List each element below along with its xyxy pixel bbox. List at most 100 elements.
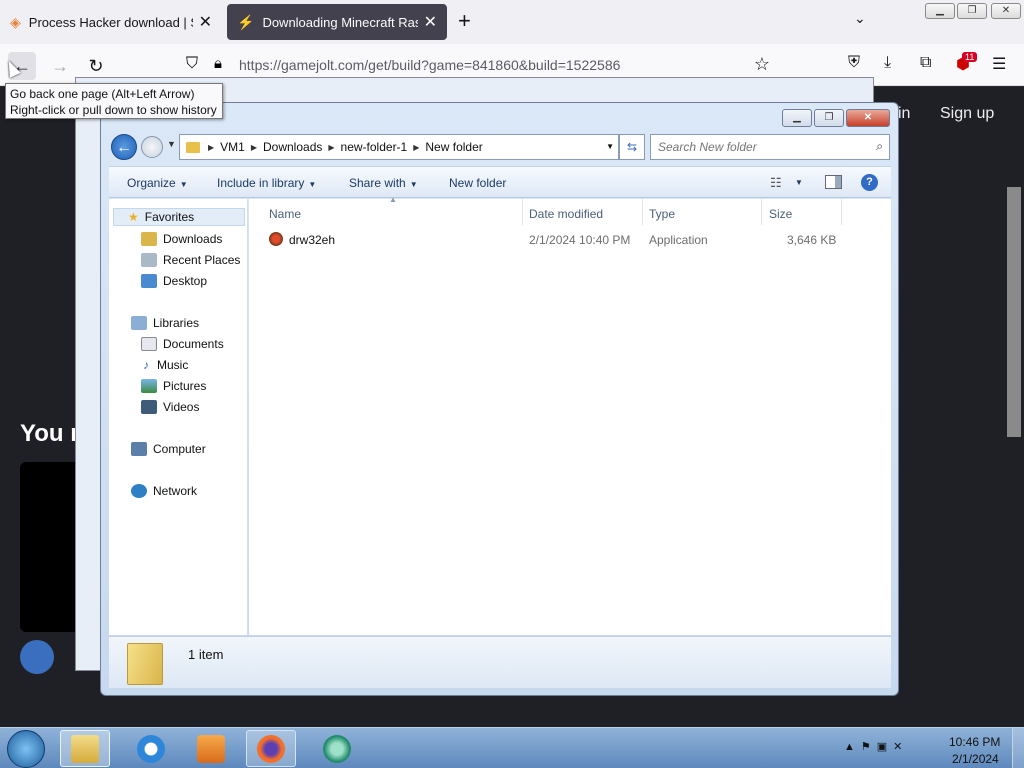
breadcrumb-downloads[interactable]: Downloads <box>263 140 322 154</box>
avatar[interactable] <box>20 640 54 674</box>
sidebar-item-label: Computer <box>153 442 206 456</box>
organize-button[interactable]: Organize ▼ <box>127 176 188 190</box>
include-in-library-button[interactable]: Include in library ▼ <box>217 176 316 190</box>
close-button[interactable]: ✕ <box>846 109 890 127</box>
chevron-right-icon[interactable]: ▶ <box>208 143 214 152</box>
taskbar-media-player[interactable] <box>186 730 236 767</box>
tab-title: Process Hacker download | Sou <box>28 14 193 30</box>
close-window-button[interactable]: ✕ <box>991 3 1021 19</box>
change-view-icon[interactable]: ☷ <box>770 175 782 191</box>
dropdown-arrow-icon: ▼ <box>308 180 317 189</box>
details-pane: 1 item <box>109 636 891 688</box>
tooltip-line: Go back one page (Alt+Left Arrow) <box>10 87 195 101</box>
clock-time[interactable]: 10:46 PM <box>949 735 1000 749</box>
share-with-button[interactable]: Share with ▼ <box>349 176 418 190</box>
column-header-type[interactable]: Type <box>649 207 675 221</box>
tab-process-hacker[interactable]: ◈ Process Hacker download | Sou ✕ <box>0 4 222 40</box>
extensions-icon[interactable]: ⧉ <box>920 54 931 72</box>
table-row[interactable]: drw32eh 2/1/2024 10:40 PM Application 3,… <box>249 228 889 250</box>
share-with-label: Share with <box>349 176 406 190</box>
sidebar-item-computer[interactable]: Computer <box>131 440 206 458</box>
sidebar-item-desktop[interactable]: Desktop <box>141 272 207 290</box>
page-scrollbar[interactable] <box>1007 187 1021 437</box>
sidebar-item-label: Favorites <box>144 210 195 224</box>
lock-icon[interactable]: 🔒︎ <box>214 55 222 72</box>
downloads-folder-icon <box>141 232 157 246</box>
column-divider[interactable] <box>841 199 842 225</box>
new-folder-button[interactable]: New folder <box>449 176 506 190</box>
show-desktop-button[interactable] <box>1012 728 1024 768</box>
chevron-right-icon[interactable]: ▶ <box>251 143 257 152</box>
column-header-name[interactable]: Name <box>269 207 301 221</box>
folder-icon <box>127 643 163 685</box>
breadcrumb-new-folder[interactable]: New folder <box>425 140 482 154</box>
sort-arrow-icon: ▲ <box>389 195 397 204</box>
sidebar-item-documents[interactable]: Documents <box>141 335 224 353</box>
clock-date[interactable]: 2/1/2024 <box>952 752 999 766</box>
breadcrumb-vm1[interactable]: VM1 <box>220 140 245 154</box>
column-header-date[interactable]: Date modified <box>529 207 603 221</box>
forward-arrow-icon[interactable] <box>141 136 163 158</box>
sidebar-item-recent-places[interactable]: Recent Places <box>141 251 240 269</box>
breadcrumb[interactable]: ▶ VM1 ▶ Downloads ▶ new-folder-1 ▶ New f… <box>179 134 619 160</box>
chevron-right-icon[interactable]: ▶ <box>413 143 419 152</box>
sidebar-item-downloads[interactable]: Downloads <box>141 230 222 248</box>
start-button[interactable] <box>7 730 45 768</box>
downloads-icon[interactable]: ⤓ <box>884 54 891 72</box>
column-divider[interactable] <box>761 199 762 225</box>
search-icon[interactable]: ⌕ <box>876 139 883 154</box>
system-tray-icons[interactable]: ▲⚑▣✕ <box>844 740 908 753</box>
tracking-shield-icon[interactable]: ⛉ <box>186 55 198 73</box>
new-tab-button[interactable]: + <box>458 8 471 34</box>
sidebar-item-network[interactable]: Network <box>131 482 197 500</box>
url-bar[interactable]: ⛉ 🔒︎ https://gamejolt.com/get/build?game… <box>176 50 780 80</box>
sidebar-item-music[interactable]: ♪ Music <box>141 356 188 374</box>
column-divider[interactable] <box>522 199 523 225</box>
column-header-size[interactable]: Size <box>769 207 792 221</box>
sign-up-link[interactable]: Sign up <box>940 105 994 123</box>
url-text[interactable]: https://gamejolt.com/get/build?game=8418… <box>239 57 620 73</box>
close-tab-icon[interactable]: ✕ <box>199 12 212 32</box>
column-divider[interactable] <box>642 199 643 225</box>
sidebar-item-favorites[interactable]: ★ Favorites <box>113 208 245 226</box>
pocket-icon[interactable]: ⛨ <box>848 54 860 72</box>
sign-in-link[interactable]: in <box>898 105 910 123</box>
explorer-window: ▁ ❐ ✕ ← ▼ ▶ VM1 ▶ Downloads ▶ new-folder… <box>100 102 899 696</box>
taskbar-app[interactable] <box>312 730 362 767</box>
breadcrumb-new-folder-1[interactable]: new-folder-1 <box>341 140 408 154</box>
bookmark-star-icon[interactable]: ☆ <box>754 54 770 75</box>
refresh-button[interactable]: ⇆ <box>619 134 645 160</box>
menu-hamburger-icon[interactable]: ☰ <box>992 54 1006 74</box>
chevron-right-icon[interactable]: ▶ <box>328 143 334 152</box>
address-dropdown-icon[interactable]: ▼ <box>606 142 614 151</box>
taskbar-explorer[interactable] <box>60 730 110 767</box>
sidebar-item-pictures[interactable]: Pictures <box>141 377 206 395</box>
item-count: 1 item <box>188 647 224 662</box>
sidebar-item-videos[interactable]: Videos <box>141 398 199 416</box>
include-library-label: Include in library <box>217 176 305 190</box>
tab-downloading-minecraft[interactable]: ⚡ Downloading Minecraft Raspbe ✕ <box>227 4 447 40</box>
help-icon[interactable]: ? <box>861 174 878 191</box>
back-arrow-icon[interactable]: ← <box>111 134 137 160</box>
maximize-button[interactable]: ❐ <box>814 109 844 127</box>
forward-button[interactable]: → <box>46 52 74 80</box>
preview-pane-icon[interactable] <box>825 175 842 189</box>
tab-title: Downloading Minecraft Raspbe <box>262 14 417 30</box>
restore-window-button[interactable]: ❐ <box>957 3 987 19</box>
search-input[interactable] <box>658 136 858 158</box>
list-all-tabs-chevron-icon[interactable]: ⌄ <box>854 10 866 27</box>
search-box[interactable]: ⌕ <box>650 134 890 160</box>
taskbar-firefox[interactable] <box>246 730 296 767</box>
site-favicon-icon: ◈ <box>10 13 21 30</box>
close-tab-icon[interactable]: ✕ <box>424 12 437 32</box>
game-media-thumbnail[interactable] <box>20 462 80 632</box>
minimize-window-button[interactable]: ▁ <box>925 3 955 19</box>
sidebar-item-libraries[interactable]: Libraries <box>131 314 199 332</box>
taskbar-internet-explorer[interactable] <box>126 730 176 767</box>
minimize-button[interactable]: ▁ <box>782 109 812 127</box>
recent-pages-dropdown-icon[interactable]: ▼ <box>167 139 176 149</box>
sidebar-item-label: Music <box>157 358 189 372</box>
view-dropdown-icon[interactable]: ▼ <box>795 178 803 187</box>
reload-button[interactable]: ↻ <box>82 52 110 80</box>
dropdown-arrow-icon: ▼ <box>179 180 188 189</box>
